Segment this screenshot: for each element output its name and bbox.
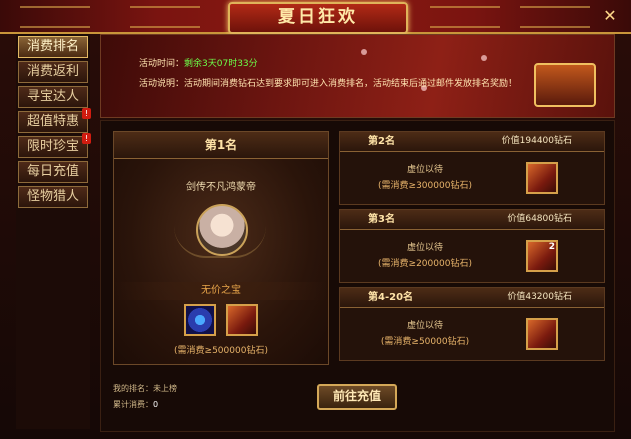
alert-badge: !: [82, 133, 91, 144]
total-consumption: 累计消费：0: [113, 399, 158, 410]
rank-1-header: 第1名: [114, 132, 328, 159]
total-consumption-value: 0: [153, 400, 159, 409]
rank-2-value: 价值194400钻石: [501, 136, 572, 146]
event-time-label: 活动时间：: [139, 59, 185, 69]
rank-3-vacant: 虚位以待: [406, 243, 443, 253]
event-banner: 活动时间：剩余3天07时33分 活动说明：活动期间消费钻石达到要求即可进入消费排…: [100, 34, 615, 118]
sidebar-item-label: 消费返利: [26, 64, 79, 79]
sidebar-item-label: 超值特惠: [26, 114, 79, 129]
rank-2-card: 第2名 价值194400钻石 虚位以待 (需消费≥300000钻石): [339, 131, 605, 205]
treasure-chest-image: [534, 63, 596, 107]
total-consumption-label: 累计消费：: [113, 400, 153, 409]
title-ornament-right-2: [520, 6, 590, 28]
my-rank-value: 未上榜: [153, 384, 177, 393]
sidebar-item-monster-hunter[interactable]: 怪物猎人: [18, 186, 88, 208]
rank-4-20-label: 第4-20名: [368, 292, 414, 303]
reward-title: 无价之宝: [114, 282, 328, 300]
rank-4-20-card: 第4-20名 价值43200钻石 虚位以待 (需消费≥50000钻石): [339, 287, 605, 361]
avatar[interactable]: [196, 204, 248, 256]
rank-1-player-name: 剑传不凡鸿蒙帝: [186, 182, 256, 193]
sidebar-item-label: 寻宝达人: [26, 89, 79, 104]
rank-1-card: 第1名 剑传不凡鸿蒙帝 无价之宝 (需消费≥500000钻石): [113, 131, 329, 365]
rank-1-label: 第1名: [204, 138, 238, 152]
sidebar-item-label: 每日充值: [26, 164, 79, 179]
rank-4-20-requirement: (需消费≥50000钻石): [380, 337, 470, 347]
chest-item-icon[interactable]: [226, 304, 258, 336]
my-rank-label: 我的排名：: [113, 384, 153, 393]
ranking-panel: 第1名 剑传不凡鸿蒙帝 无价之宝 (需消费≥500000钻石) 第2名 价值19…: [100, 120, 615, 432]
chest-item-icon[interactable]: [526, 162, 558, 194]
go-recharge-button[interactable]: 前往充值: [317, 384, 397, 410]
rank-4-20-header: 第4-20名 价值43200钻石: [340, 288, 604, 308]
event-window: 夏日狂欢 ✕ 消费排名 消费返利 寻宝达人 超值特惠 ! 限时珍宝 ! 每日充值…: [0, 0, 631, 439]
sidebar-item-daily-recharge[interactable]: 每日充值: [18, 161, 88, 183]
sidebar-item-consume-rebate[interactable]: 消费返利: [18, 61, 88, 83]
sidebar-item-limited-treasure[interactable]: 限时珍宝 !: [18, 133, 91, 158]
chest-item-icon[interactable]: 2: [526, 240, 558, 272]
sidebar: 消费排名 消费返利 寻宝达人 超值特惠 ! 限时珍宝 ! 每日充值 怪物猎人: [16, 34, 91, 429]
rank-1-requirement: (需消费≥500000钻石): [174, 346, 268, 356]
item-count: 2: [548, 242, 555, 252]
rank-2-header: 第2名 价值194400钻石: [340, 132, 604, 152]
gem-item-icon[interactable]: [184, 304, 216, 336]
event-time-value: 剩余3天07时33分: [184, 59, 258, 69]
sidebar-item-label: 限时珍宝: [26, 139, 79, 154]
chest-item-icon[interactable]: [526, 318, 558, 350]
title-ornament-left: [20, 6, 90, 28]
rank-3-requirement: (需消费≥200000钻石): [378, 259, 472, 269]
title-ornament-right: [430, 6, 500, 28]
sidebar-item-label: 怪物猎人: [26, 189, 79, 204]
rank-3-value: 价值64800钻石: [507, 214, 572, 224]
rank-2-label: 第2名: [368, 136, 395, 147]
sidebar-item-consume-rank[interactable]: 消费排名: [18, 36, 88, 58]
sidebar-item-label: 消费排名: [26, 39, 79, 54]
event-description: 活动说明：活动期间消费钻石达到要求即可进入消费排名，活动结束后通过邮件发放排名奖…: [139, 79, 518, 89]
rank-3-card: 第3名 价值64800钻石 虚位以待 (需消费≥200000钻石) 2: [339, 209, 605, 283]
alert-badge: !: [82, 108, 91, 119]
sidebar-item-treasure-hunter[interactable]: 寻宝达人: [18, 86, 88, 108]
rank-2-vacant: 虚位以待: [406, 165, 443, 175]
rank-4-20-vacant: 虚位以待: [406, 321, 443, 331]
window-title: 夏日狂欢: [228, 2, 408, 34]
sparkle: [361, 49, 367, 55]
rank-3-header: 第3名 价值64800钻石: [340, 210, 604, 230]
close-icon[interactable]: ✕: [599, 6, 621, 26]
sidebar-item-super-deal[interactable]: 超值特惠 !: [18, 108, 91, 133]
rank-3-label: 第3名: [368, 214, 395, 225]
title-ornament-left-2: [130, 6, 200, 28]
rank-4-20-value: 价值43200钻石: [507, 292, 572, 302]
rank-2-requirement: (需消费≥300000钻石): [378, 181, 472, 191]
title-bar: 夏日狂欢 ✕: [0, 0, 631, 34]
sparkle: [481, 55, 487, 61]
event-time: 活动时间：剩余3天07时33分: [139, 56, 258, 69]
my-rank: 我的排名：未上榜: [113, 383, 177, 394]
